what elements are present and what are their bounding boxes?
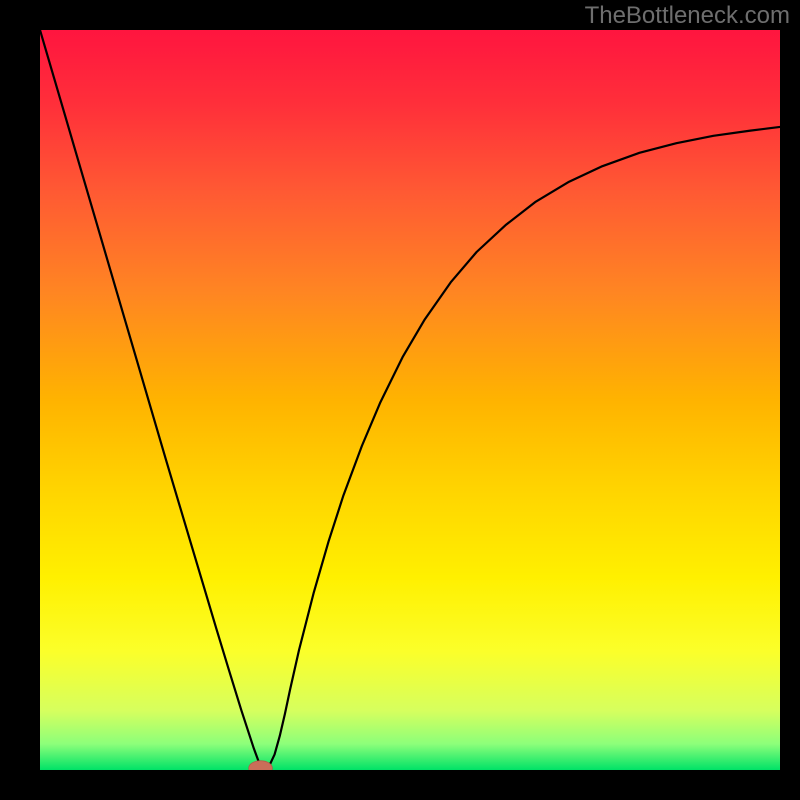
- watermark-text: TheBottleneck.com: [585, 2, 790, 30]
- plot-background: [40, 30, 780, 770]
- plot-svg: [40, 30, 780, 770]
- plot-area: [40, 30, 780, 770]
- chart-frame: TheBottleneck.com: [0, 0, 800, 800]
